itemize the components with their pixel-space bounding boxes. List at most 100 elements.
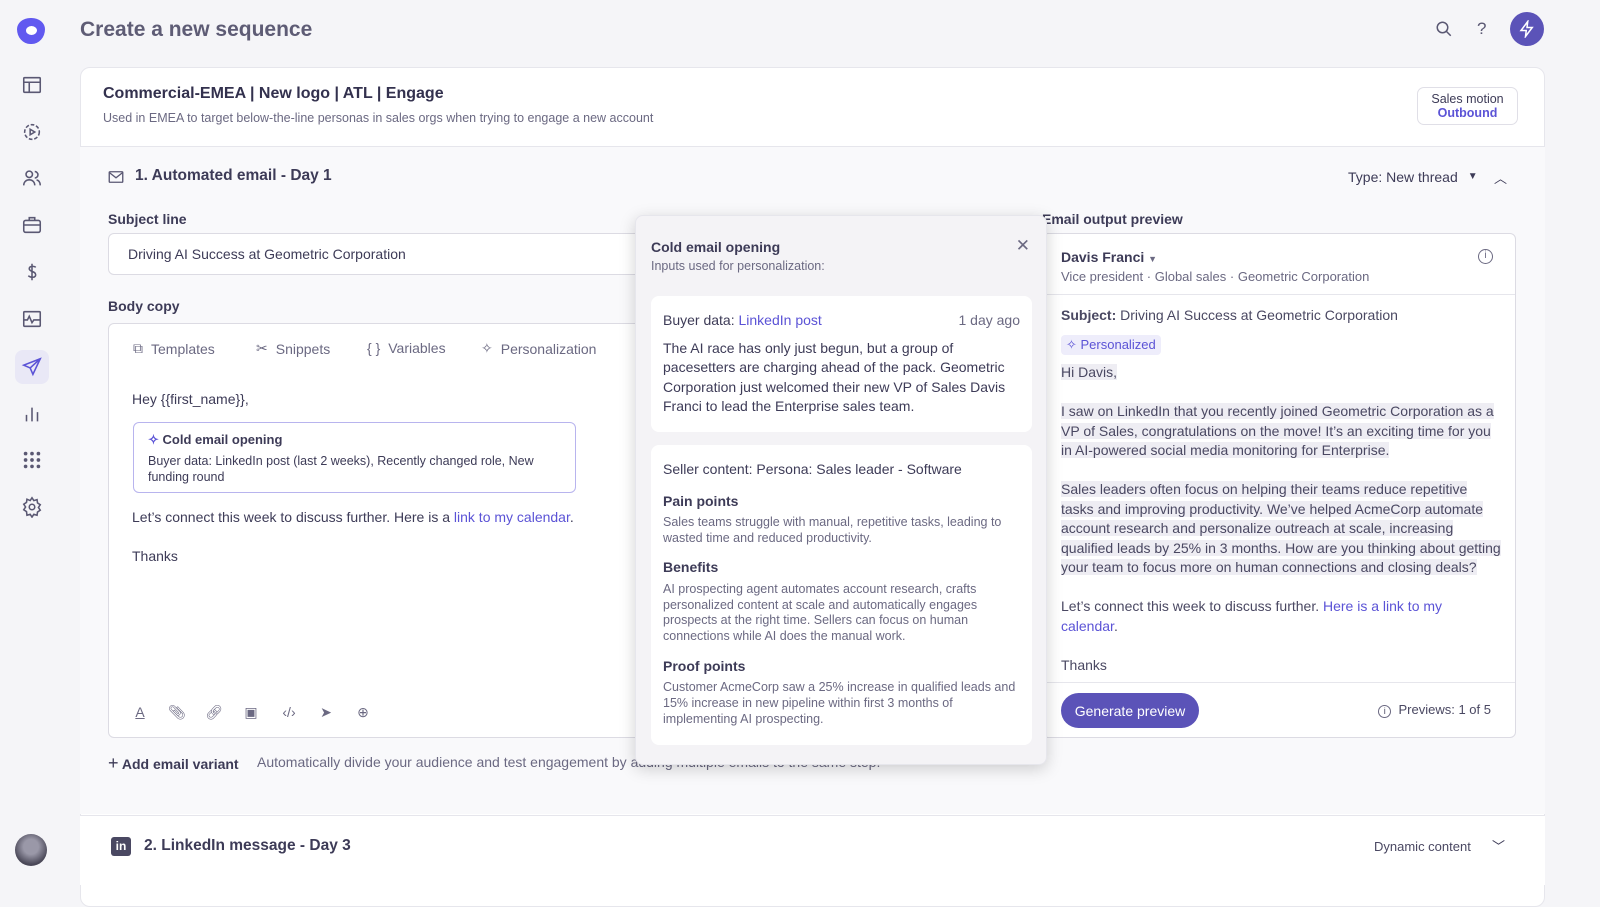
subject-prefix: Subject: (1061, 307, 1116, 323)
preview-paragraph-2: Sales leaders often focus on helping the… (1061, 481, 1501, 575)
type-dropdown-label: Type: New thread (1348, 169, 1458, 185)
personalization-tool[interactable]: ✧ Personalization (481, 340, 596, 357)
preview-cta: Let’s connect this week to discuss furth… (1061, 597, 1501, 636)
help-icon[interactable]: ? (1477, 19, 1486, 39)
buyer-data-card: Buyer data: LinkedIn post 1 day ago The A… (651, 296, 1032, 432)
preview-label: Email output preview (1042, 211, 1183, 227)
avatar[interactable] (15, 834, 47, 866)
caret-down-icon: ▼ (1468, 171, 1478, 185)
preview-count: i Previews: 1 of 5 (1378, 702, 1491, 718)
activity-icon[interactable] (15, 302, 49, 336)
preview-count-text: Previews: 1 of 5 (1399, 702, 1492, 717)
sequence-play-icon[interactable] (15, 115, 49, 149)
copy-icon: ⧉ (133, 340, 143, 357)
calendar-link[interactable]: link to my calendar (454, 509, 570, 525)
email-preview: Davis Franci ▼ Vice president · Global s… (1042, 233, 1516, 738)
people-icon[interactable] (15, 161, 49, 195)
block-text: Buyer data: LinkedIn post (last 2 weeks)… (148, 453, 561, 485)
info-icon[interactable]: i (1478, 249, 1493, 264)
collapse-chevron-icon[interactable]: ︿ (1494, 168, 1507, 187)
subject-label: Subject line (108, 211, 187, 227)
tool-label: Personalization (501, 341, 597, 357)
pain-points-text: Sales teams struggle with manual, repeti… (663, 515, 1020, 546)
gear-icon[interactable] (15, 490, 49, 524)
linkedin-icon: in (111, 837, 131, 856)
generate-preview-button[interactable]: Generate preview (1061, 693, 1199, 728)
seller-content-card: Seller content: Persona: Sales leader - … (651, 445, 1032, 745)
block-title: Cold email opening (163, 432, 283, 447)
link-icon[interactable]: 🔗︎ (205, 704, 223, 722)
buyer-label: Buyer data: (663, 312, 739, 328)
apps-grid-icon[interactable] (15, 443, 49, 477)
cta-post: . (570, 509, 574, 525)
proof-points-title: Proof points (663, 657, 1020, 677)
image-icon[interactable]: ▣ (242, 704, 260, 722)
recipient-name: Davis Franci (1061, 249, 1144, 265)
snippets-tool[interactable]: ✂ Snippets (256, 340, 330, 357)
personalized-badge: ✧ Personalized (1061, 335, 1161, 355)
tool-label: Variables (388, 340, 445, 356)
send-icon[interactable] (15, 350, 49, 384)
add-variant-label: Add email variant (122, 756, 239, 772)
buyer-text: The AI race has only just begun, but a g… (663, 339, 1020, 417)
badge-label: Personalized (1081, 337, 1156, 352)
tool-label: Templates (151, 341, 215, 357)
add-circle-icon[interactable]: ⊕ (354, 704, 372, 722)
layout-icon[interactable] (15, 68, 49, 102)
bar-chart-icon[interactable] (15, 397, 49, 431)
search-icon[interactable] (1435, 20, 1453, 38)
linkedin-post-link[interactable]: LinkedIn post (739, 312, 822, 328)
info-icon: i (1378, 705, 1391, 718)
dollar-icon[interactable] (15, 255, 49, 289)
preview-subject: Subject: Driving AI Success at Geometric… (1061, 307, 1398, 323)
seller-title: Seller content: Persona: Sales leader - … (663, 460, 1020, 480)
recipient-dept: Global sales (1155, 269, 1227, 284)
pain-points-title: Pain points (663, 492, 1020, 512)
preview-greeting: Hi Davis, (1061, 364, 1117, 380)
templates-tool[interactable]: ⧉ Templates (133, 340, 215, 357)
close-icon[interactable]: ✕ (1016, 236, 1030, 256)
tool-label: Snippets (276, 341, 330, 357)
recipient-dropdown[interactable]: Davis Franci ▼ (1061, 249, 1157, 265)
briefcase-icon[interactable] (15, 208, 49, 242)
sequence-description: Used in EMEA to target below-the-line pe… (103, 111, 653, 125)
proof-points-text: Customer AcmeCorp saw a 25% increase in … (663, 680, 1020, 727)
popover-subtitle: Inputs used for personalization: (651, 259, 825, 273)
recipient-role: Vice president (1061, 269, 1143, 284)
type-dropdown[interactable]: Type: New thread ▼ (1348, 169, 1478, 185)
subject-text: Driving AI Success at Geometric Corporat… (1120, 307, 1398, 323)
sparkle-icon: ✧ (481, 340, 493, 357)
cta-text: Let’s connect this week to discuss furth… (1061, 598, 1323, 614)
cta-post: . (1114, 618, 1118, 634)
logo[interactable] (17, 18, 45, 44)
sales-motion-label: Sales motion (1431, 92, 1503, 106)
sales-motion-badge[interactable]: Sales motionOutbound (1417, 87, 1518, 125)
text-format-icon[interactable]: A (131, 704, 149, 722)
expand-chevron-icon[interactable]: ﹀ (1492, 836, 1505, 855)
page-title: Create a new sequence (80, 18, 312, 42)
body-label: Body copy (108, 298, 180, 314)
body-greeting: Hey {{first_name}}, (132, 391, 249, 407)
caret-down-icon: ▼ (1148, 254, 1157, 264)
step-2-type: Dynamic content (1374, 839, 1471, 854)
braces-icon: { } (367, 340, 380, 356)
benefits-title: Benefits (663, 558, 1020, 578)
step-2-title: 2. LinkedIn message - Day 3 (144, 837, 351, 855)
code-icon[interactable]: ‹/› (280, 704, 298, 722)
quick-actions-button[interactable] (1510, 12, 1544, 46)
envelope-icon (107, 168, 125, 191)
step-2-section[interactable]: in 2. LinkedIn message - Day 3 Dynamic c… (80, 815, 1545, 885)
sales-motion-value: Outbound (1418, 106, 1517, 120)
plus-icon: + (108, 753, 119, 773)
variables-tool[interactable]: { } Variables (367, 340, 446, 356)
buyer-time: 1 day ago (959, 311, 1021, 331)
preview-signoff: Thanks (1061, 656, 1501, 676)
add-email-variant-button[interactable]: + Add email variant (108, 753, 239, 774)
cursor-icon[interactable]: ➤ (317, 704, 335, 722)
attachment-icon[interactable]: 📎︎ (168, 704, 186, 722)
scissors-icon: ✂ (256, 340, 268, 357)
sidebar (0, 0, 62, 900)
preview-paragraph-1: I saw on LinkedIn that you recently join… (1061, 403, 1494, 458)
personalization-block[interactable]: ✧ Cold email openingBuyer data: LinkedIn… (133, 422, 576, 493)
benefits-text: AI prospecting agent automates account r… (663, 582, 1020, 645)
